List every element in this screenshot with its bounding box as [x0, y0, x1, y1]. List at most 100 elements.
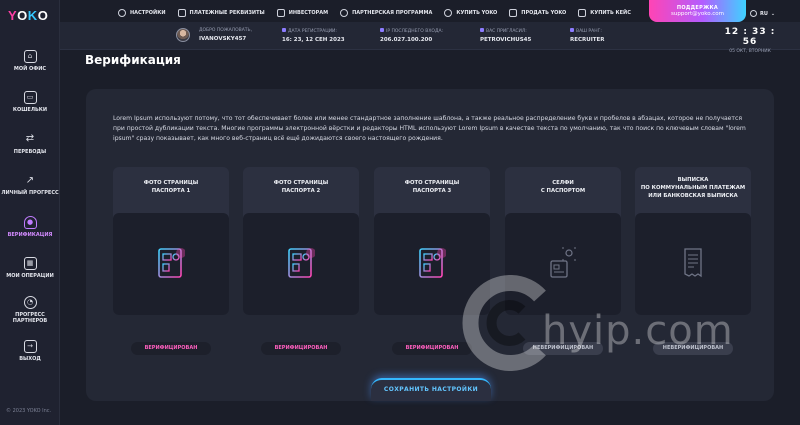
sidebar-item-label: МОЙ ОФИС — [13, 65, 47, 72]
top-link-buy-case[interactable]: КУПИТЬ КЕЙС — [578, 9, 631, 17]
status-badge: ВЕРИФИЦИРОВАН — [131, 342, 211, 355]
last-ip-label: IP ПОСЛЕДНЕГО ВХОДА: — [386, 29, 444, 34]
avatar[interactable] — [176, 28, 190, 42]
transfer-icon: ⇄ — [25, 133, 35, 145]
sidebar-item-label: КОШЕЛЬКИ — [12, 107, 48, 114]
minus-icon — [509, 9, 518, 17]
sidebar-item-label: ЛИЧНЫЙ ПРОГРЕСС — [1, 190, 59, 197]
registration-date: 16: 23, 12 СЕН 2023 — [282, 37, 345, 43]
top-link-label: КУПИТЬ YOKO — [456, 10, 498, 16]
clock-date: 05 ОКТ, ВТОРНИК — [729, 49, 771, 54]
partners-icon — [340, 9, 349, 17]
inviter-label: ВАС ПРИГЛАСИЛ: — [486, 29, 527, 34]
card-title: ВЫПИСКА ПО КОММУНАЛЬНЫМ ПЛАТЕЖАМ ИЛИ БАН… — [640, 177, 746, 199]
top-link-label: КУПИТЬ КЕЙС — [590, 10, 631, 16]
rank-info: ВАШ РАНГ: RECRUITER — [570, 28, 605, 43]
passport-icon — [288, 248, 315, 278]
clock: 12 : 33 : 56 05 ОКТ, ВТОРНИК — [720, 27, 780, 54]
top-link-partner-program[interactable]: ПАРТНЕРСКАЯ ПРОГРАММА — [340, 9, 432, 17]
sidebar-item-partners-progress[interactable]: ◔ ПРОГРЕСС ПАРТНЕРОВ — [0, 289, 60, 331]
upload-area[interactable] — [113, 213, 229, 315]
rank-value: RECRUITER — [570, 37, 605, 43]
card-title: ФОТО СТРАНИЦЫ ПАСПОРТА 1 — [143, 180, 199, 194]
copyright: © 2023 YOKO Inc. — [6, 408, 52, 414]
description-text: Lorem Ipsum используют потому, что тот о… — [113, 115, 746, 142]
watermark-text: hyip.com — [542, 308, 734, 354]
passport-icon — [419, 248, 446, 278]
card-title: ФОТО СТРАНИЦЫ ПАСПОРТА 2 — [273, 180, 329, 194]
support-button[interactable]: ПОДДЕРЖКА support@yoko.com — [649, 0, 746, 22]
user-info-bar: ДОБРО ПОЖАЛОВАТЬ, IVANOVSKY457 ДАТА РЕГИ… — [60, 22, 800, 54]
hyip-watermark: hyip.com — [452, 268, 762, 378]
sidebar-item-label: ПРОГРЕСС ПАРТНЕРОВ — [12, 311, 48, 324]
rank-label: ВАШ РАНГ: — [576, 29, 602, 34]
sidebar-item-my-operations[interactable]: ▦ МОИ ОПЕРАЦИИ — [0, 248, 60, 290]
upload-area[interactable] — [243, 213, 359, 315]
status-badge: ВЕРИФИЦИРОВАН — [261, 342, 341, 355]
card-title: ФОТО СТРАНИЦЫ ПАСПОРТА 3 — [404, 180, 460, 194]
case-icon — [578, 9, 587, 17]
top-link-sell-yoko[interactable]: ПРОДАТЬ YOKO — [509, 9, 566, 17]
inviter-info: ВАС ПРИГЛАСИЛ: PETROVICHUS45 — [480, 28, 531, 43]
card-title: СЕЛФИ С ПАСПОРТОМ — [540, 180, 586, 194]
save-settings-button[interactable]: СОХРАНИТЬ НАСТРОЙКИ — [371, 378, 491, 401]
yoko-logo[interactable]: YOKO — [8, 8, 48, 23]
card-icon — [177, 9, 186, 17]
investor-icon — [276, 9, 285, 17]
welcome-info: ДОБРО ПОЖАЛОВАТЬ, IVANOVSKY457 — [199, 28, 252, 42]
wallet-icon: ▭ — [23, 91, 37, 105]
language-value: RU — [760, 10, 768, 17]
pie-chart-icon: ◔ — [23, 295, 37, 309]
sidebar-item-personal-progress[interactable]: ↗ ЛИЧНЫЙ ПРОГРЕСС — [0, 165, 60, 207]
user-icon: ● — [23, 215, 37, 229]
welcome-label: ДОБРО ПОЖАЛОВАТЬ, — [199, 28, 253, 33]
sidebar-item-my-office[interactable]: ⌂ МОЙ ОФИС — [0, 40, 60, 82]
last-ip-value: 206.027.100.200 — [380, 37, 433, 43]
inviter-value: PETROVICHUS45 — [480, 37, 532, 43]
top-link-label: ПАРТНЕРСКАЯ ПРОГРАММА — [352, 10, 433, 16]
logo-letters: YOKO — [8, 8, 49, 23]
last-ip-info: IP ПОСЛЕДНЕГО ВХОДА: 206.027.100.200 — [380, 28, 443, 43]
sidebar-item-label: ВЫХОД — [19, 356, 41, 363]
top-link-label: ИНВЕСТОРАМ — [288, 10, 329, 16]
registration-info: ДАТА РЕГИСТРАЦИИ: 16: 23, 12 СЕН 2023 — [282, 28, 345, 43]
plus-icon — [444, 9, 453, 17]
registration-label: ДАТА РЕГИСТРАЦИИ: — [288, 29, 337, 34]
sidebar-item-wallets[interactable]: ▭ КОШЕЛЬКИ — [0, 82, 60, 124]
top-link-label: НАСТРОЙКИ — [130, 10, 166, 16]
top-navigation: НАСТРОЙКИ ПЛАТЕЖНЫЕ РЕКВИЗИТЫ ИНВЕСТОРАМ… — [118, 4, 638, 22]
passport-icon — [158, 248, 185, 278]
top-link-label: ПРОДАТЬ YOKO — [521, 10, 567, 16]
calendar-icon — [282, 28, 286, 32]
progress-icon: ↗ — [25, 174, 35, 186]
page-title: Верификация — [85, 53, 181, 67]
top-link-buy-yoko[interactable]: КУПИТЬ YOKO — [444, 9, 497, 17]
card-passport-2[interactable]: ФОТО СТРАНИЦЫ ПАСПОРТА 2 — [243, 167, 359, 315]
username: IVANOVSKY457 — [199, 36, 247, 42]
card-passport-1[interactable]: ФОТО СТРАНИЦЫ ПАСПОРТА 1 — [113, 167, 229, 315]
sidebar-item-label: ВЕРИФИКАЦИЯ — [7, 231, 53, 238]
sidebar-item-verification[interactable]: ● ВЕРИФИКАЦИЯ — [0, 206, 60, 248]
sidebar: YOKO ⌂ МОЙ ОФИС ▭ КОШЕЛЬКИ ⇄ ПЕРЕВОДЫ ↗ … — [0, 0, 60, 425]
clock-time: 12 : 33 : 56 — [724, 27, 776, 47]
logout-icon: → — [23, 340, 37, 354]
gear-icon — [118, 9, 126, 17]
top-link-settings[interactable]: НАСТРОЙКИ — [118, 9, 166, 17]
office-icon: ⌂ — [23, 49, 37, 63]
language-select[interactable]: RU ⌄ — [750, 10, 775, 17]
sidebar-item-transfers[interactable]: ⇄ ПЕРЕВОДЫ — [0, 123, 60, 165]
calendar-icon: ▦ — [23, 257, 37, 271]
ip-icon — [380, 28, 384, 32]
sidebar-item-label: МОИ ОПЕРАЦИИ — [6, 273, 54, 280]
top-link-payment-details[interactable]: ПЛАТЕЖНЫЕ РЕКВИЗИТЫ — [177, 9, 265, 17]
invite-icon — [480, 28, 484, 32]
top-link-label: ПЛАТЕЖНЫЕ РЕКВИЗИТЫ — [189, 10, 265, 16]
chevron-down-icon: ⌄ — [770, 10, 776, 17]
top-link-investors[interactable]: ИНВЕСТОРАМ — [276, 9, 329, 17]
sidebar-item-logout[interactable]: → ВЫХОД — [0, 331, 60, 373]
sidebar-item-label: ПЕРЕВОДЫ — [13, 148, 47, 155]
support-email: support@yoko.com — [671, 11, 724, 17]
sidebar-nav: ⌂ МОЙ ОФИС ▭ КОШЕЛЬКИ ⇄ ПЕРЕВОДЫ ↗ ЛИЧНЫ… — [0, 40, 60, 372]
rank-icon — [570, 28, 574, 32]
globe-icon — [750, 10, 757, 17]
